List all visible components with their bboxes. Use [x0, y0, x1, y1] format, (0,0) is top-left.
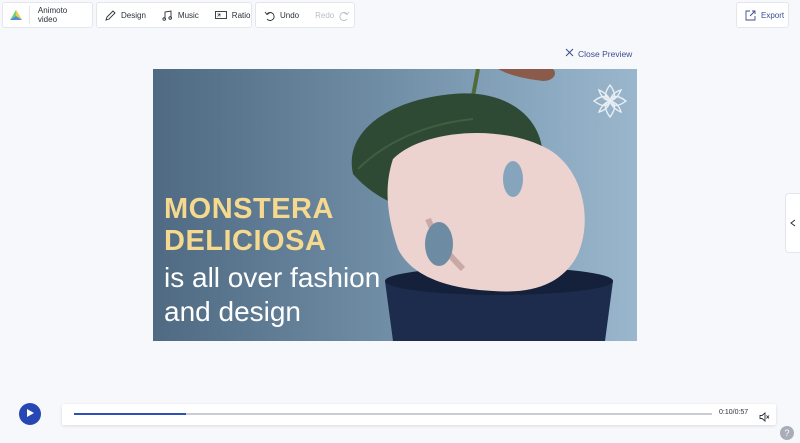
project-title[interactable]: Animoto video: [30, 3, 92, 27]
close-preview-button[interactable]: Close Preview: [565, 48, 632, 59]
music-label: Music: [177, 10, 199, 20]
project-group: Animoto video: [2, 2, 93, 28]
play-icon: [26, 405, 35, 423]
speaker-muted-icon: [759, 409, 770, 426]
edit-group: Design Music Ratio: [96, 2, 252, 28]
video-headline-line2: DELICIOSA: [164, 225, 327, 257]
progress-fill: [74, 413, 186, 415]
redo-icon: [339, 10, 350, 21]
ratio-button[interactable]: Ratio: [207, 3, 259, 27]
close-preview-label: Close Preview: [578, 48, 633, 59]
close-icon: [565, 48, 574, 59]
play-button[interactable]: [19, 403, 41, 425]
time-readout: 0:10/0:57: [719, 409, 749, 416]
pencil-icon: [105, 9, 116, 21]
redo-label: Redo: [315, 10, 335, 20]
export-label: Export: [761, 10, 785, 20]
redo-button[interactable]: Redo: [307, 3, 358, 27]
music-note-icon: [162, 9, 173, 21]
animoto-logo[interactable]: [3, 3, 29, 27]
undo-button[interactable]: Undo: [256, 3, 307, 27]
player-bar: 0:10/0:57: [62, 404, 776, 425]
history-group: Undo Redo: [255, 2, 355, 28]
export-group: Export: [736, 2, 789, 28]
chevron-left-icon: [790, 214, 796, 232]
progress-track[interactable]: [74, 413, 712, 415]
help-button[interactable]: ?: [780, 426, 794, 440]
mute-button[interactable]: [759, 409, 770, 427]
ratio-label: Ratio: [231, 10, 251, 20]
undo-icon: [264, 10, 275, 21]
export-button[interactable]: Export: [737, 3, 792, 27]
animoto-logo-icon: [9, 9, 23, 21]
design-button[interactable]: Design: [97, 3, 154, 27]
video-subtitle-line1: is all over fashion: [164, 262, 381, 293]
music-button[interactable]: Music: [154, 3, 207, 27]
video-preview[interactable]: MONSTERA DELICIOSA is all over fashion a…: [153, 69, 637, 341]
video-headline-line1: MONSTERA: [164, 193, 334, 225]
side-panel-toggle[interactable]: [785, 193, 800, 253]
export-icon: [745, 10, 756, 21]
video-subtitle-line2: and design: [164, 296, 302, 327]
design-label: Design: [121, 10, 146, 20]
aspect-ratio-icon: [214, 10, 227, 20]
undo-label: Undo: [280, 10, 300, 20]
